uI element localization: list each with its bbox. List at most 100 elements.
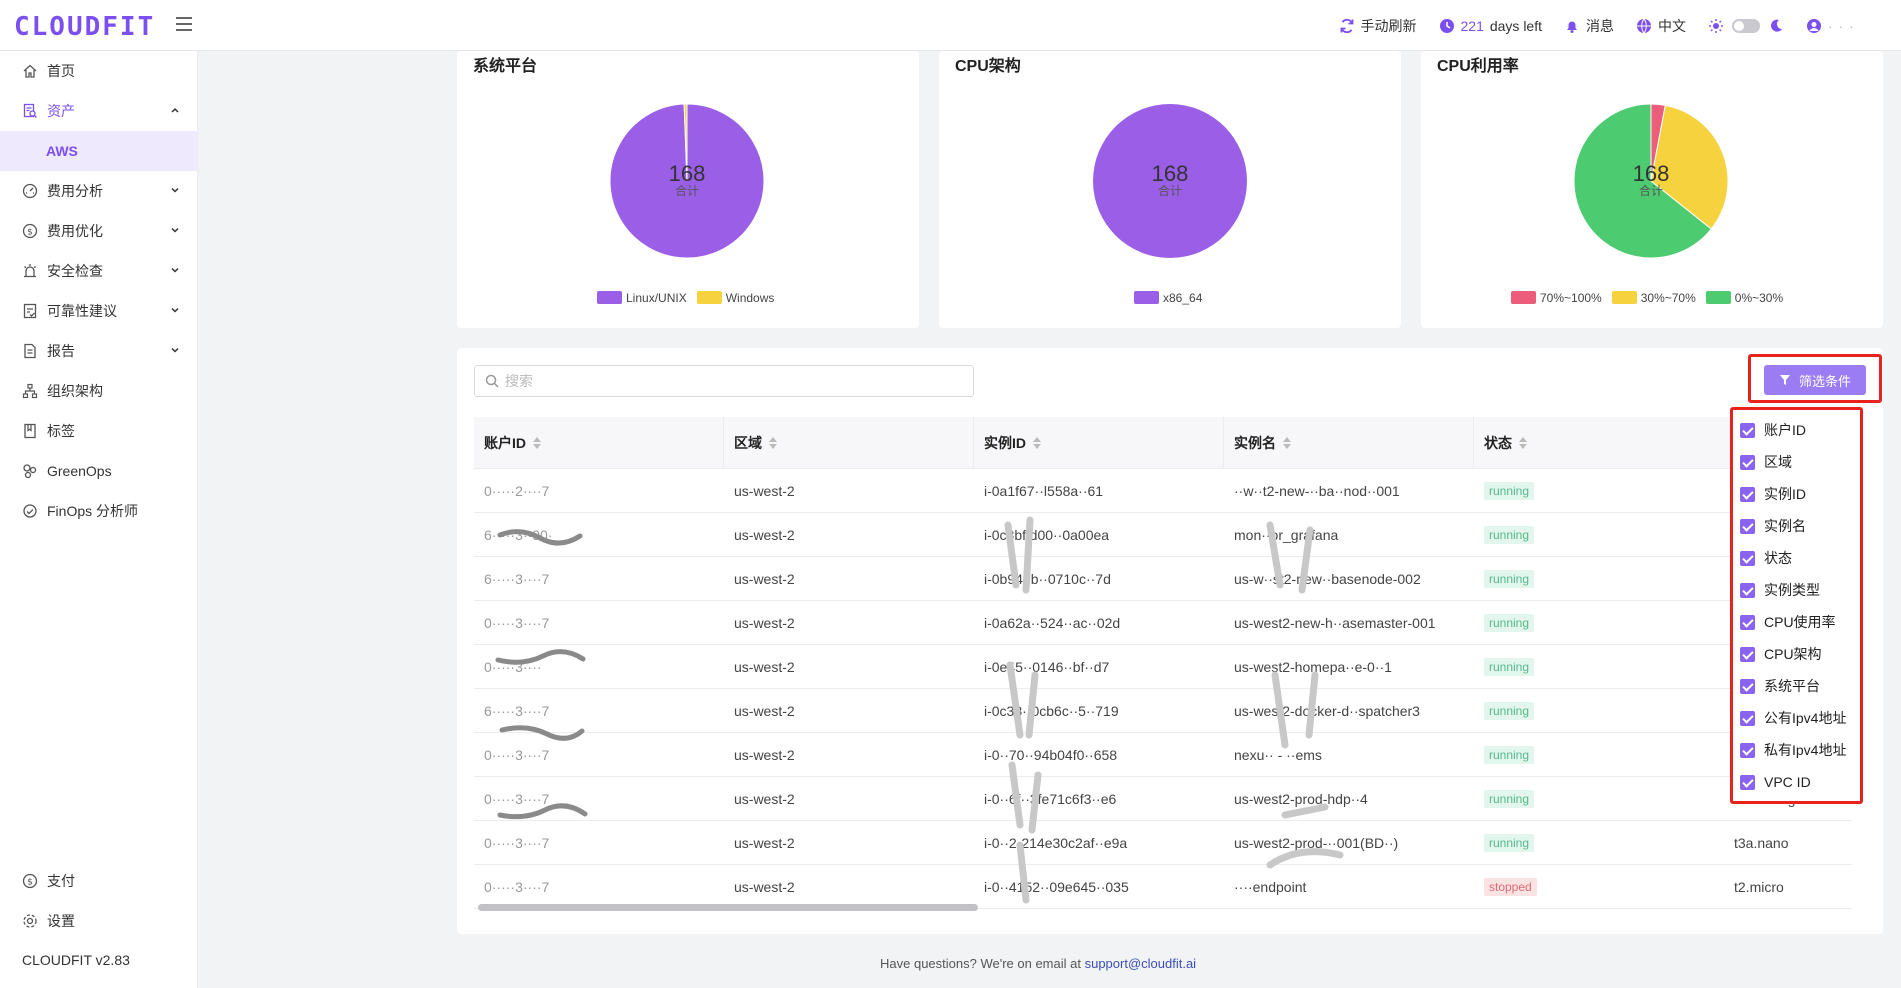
- legend-item[interactable]: Linux/UNIX: [597, 291, 687, 305]
- table-row[interactable]: 0·····3····7 us-west-2 i-0··6f··3fe71c6f3·…: [474, 777, 1852, 821]
- cell-region: us-west-2: [724, 557, 974, 601]
- legend-item[interactable]: 70%~100%: [1511, 291, 1602, 305]
- pie-legend: Linux/UNIX Windows: [597, 291, 774, 305]
- sidebar: 首页 资产 AWS 费用分析 $ 费用优化 安全检查 可靠性建议 报告 组织架构…: [0, 51, 198, 988]
- search-icon: [485, 374, 499, 388]
- globe-icon: [1637, 18, 1651, 33]
- pie-total-label: 合计: [1157, 184, 1182, 198]
- cell-status: running: [1474, 601, 1724, 645]
- cell-instance-type: t3a.nano: [1724, 821, 1852, 865]
- leaf-icon: [22, 463, 38, 479]
- user-menu[interactable]: · · ·: [1806, 18, 1901, 34]
- table-row[interactable]: 0·····3····7 us-west-2 i-0··4152··09e645··…: [474, 865, 1852, 909]
- legend-item[interactable]: 30%~70%: [1611, 291, 1696, 305]
- sidebar-item-label: 费用优化: [47, 223, 103, 239]
- sidebar-item-cost-optimization[interactable]: $ 费用优化: [0, 211, 198, 251]
- cell-account-id-text: 0·····3····7: [484, 835, 550, 851]
- sidebar-item-cost-analysis[interactable]: 费用分析: [0, 171, 198, 211]
- sort-icon[interactable]: [1283, 437, 1291, 449]
- search-input[interactable]: 搜索: [474, 365, 974, 397]
- gauge-icon: [22, 183, 38, 199]
- table-row[interactable]: 6·····3····7 us-west-2 i-0b940b··0710c··7d…: [474, 557, 1852, 601]
- chevron-up-icon: [171, 107, 179, 113]
- sidebar-item-greenops[interactable]: GreenOps: [0, 451, 198, 491]
- messages-button[interactable]: 消息: [1564, 16, 1614, 36]
- cell-region: us-west-2: [724, 601, 974, 645]
- menu-toggle-icon[interactable]: [176, 17, 192, 31]
- sidebar-item-settings[interactable]: 设置: [0, 901, 198, 941]
- sidebar-item-reports[interactable]: 报告: [0, 331, 198, 371]
- column-header-account-id[interactable]: 账户ID: [474, 417, 724, 469]
- sidebar-item-organization[interactable]: 组织架构: [0, 371, 198, 411]
- column-header-instance-name[interactable]: 实例名: [1224, 417, 1474, 469]
- clock-icon: [1439, 18, 1454, 33]
- cell-instance-name: us-west2-homepa··e-0··1: [1224, 645, 1474, 689]
- sort-icon[interactable]: [1519, 437, 1527, 449]
- column-header-label: 实例ID: [984, 435, 1026, 451]
- sidebar-item-assets[interactable]: 资产: [0, 91, 198, 131]
- column-header-status[interactable]: 状态: [1474, 417, 1724, 469]
- language-switch[interactable]: 中文: [1636, 16, 1686, 36]
- column-header-region[interactable]: 区域: [724, 417, 974, 469]
- sidebar-item-finops-analyst[interactable]: FinOps 分析师: [0, 491, 198, 531]
- sidebar-item-home[interactable]: 首页: [0, 51, 198, 91]
- legend-item[interactable]: x86_64: [1134, 291, 1202, 305]
- cell-account-id: 0·····2····7: [474, 469, 724, 513]
- table-row[interactable]: 0·····2····7 us-west-2 i-0a1f67··l558a··61…: [474, 469, 1852, 513]
- sidebar-item-reliability[interactable]: 可靠性建议: [0, 291, 198, 331]
- dollar-icon: $: [22, 873, 38, 889]
- cell-account-id-text: 0·····3····: [484, 659, 542, 675]
- cell-region-text: us-west-2: [734, 571, 795, 587]
- sun-icon: [1709, 18, 1723, 33]
- table-row[interactable]: 0·····3····7 us-west-2 i-0a62a··524··ac··0…: [474, 601, 1852, 645]
- sidebar-subitem-aws[interactable]: AWS: [0, 131, 198, 171]
- cell-account-id: 0·····3····: [474, 645, 724, 689]
- cell-region: us-west-2: [724, 777, 974, 821]
- cell-account-id-text: 6·····3··90·: [484, 527, 553, 543]
- cell-status: running: [1474, 777, 1724, 821]
- sidebar-item-payment[interactable]: $ 支付: [0, 861, 198, 901]
- table-row[interactable]: 6·····3··90· us-west-2 i-0c3bffd00··0a00ea…: [474, 513, 1852, 557]
- theme-toggle[interactable]: [1708, 18, 1784, 34]
- asset-icon: [22, 103, 38, 119]
- table-row[interactable]: 0·····3····7 us-west-2 i-0··2·214e30c2af··…: [474, 821, 1852, 865]
- days-left: 221 days left: [1439, 17, 1542, 34]
- report-icon: [22, 343, 38, 359]
- home-icon: [22, 63, 38, 79]
- chevron-down-icon: [171, 347, 179, 353]
- moon-icon: [1771, 19, 1782, 32]
- support-email-link[interactable]: support@cloudfit.ai: [1085, 956, 1196, 971]
- table-row[interactable]: 0·····3···· us-west-2 i-0e45··0146··bf··d7…: [474, 645, 1852, 689]
- column-picker-highlight-box: [1730, 407, 1863, 804]
- cell-account-id-text: 6·····3····7: [484, 703, 550, 719]
- table-row[interactable]: 0·····3····7 us-west-2 i-0··70··94b04f0··6…: [474, 733, 1852, 777]
- sort-icon[interactable]: [769, 437, 777, 449]
- pie-total: 168 合计: [1130, 163, 1210, 198]
- tag-icon: [22, 423, 38, 439]
- cell-instance-type-text: t2.micro: [1734, 879, 1784, 895]
- user-name: · · ·: [1828, 17, 1855, 34]
- theme-toggle-switch[interactable]: [1732, 18, 1760, 33]
- cell-instance-id: i-0··70··94b04f0··658: [974, 733, 1224, 777]
- cell-instance-name-text: mon··or_grafana: [1234, 527, 1339, 543]
- cell-region-text: us-west-2: [734, 879, 795, 895]
- manual-refresh-button[interactable]: 手动刷新: [1339, 16, 1417, 36]
- legend-label: 30%~70%: [1640, 291, 1696, 305]
- legend-item[interactable]: Windows: [696, 291, 774, 305]
- status-badge: running: [1484, 702, 1535, 720]
- cell-instance-name-text: us-w··st2-new··basenode-002: [1234, 571, 1421, 587]
- app-logo[interactable]: CLOUDFIT: [14, 12, 155, 42]
- sort-icon[interactable]: [1033, 437, 1041, 449]
- filter-highlight-box: [1748, 354, 1882, 403]
- alarm-icon: [22, 263, 38, 279]
- column-header-instance-id[interactable]: 实例ID: [974, 417, 1224, 469]
- days-suffix: days left: [1489, 17, 1542, 34]
- status-badge: running: [1484, 526, 1535, 544]
- table-row[interactable]: 6·····3····7 us-west-2 i-0c38··0cb6c··5··7…: [474, 689, 1852, 733]
- sidebar-item-security-check[interactable]: 安全检查: [0, 251, 198, 291]
- table-horizontal-scrollbar[interactable]: [478, 904, 978, 911]
- sidebar-item-tags[interactable]: 标签: [0, 411, 198, 451]
- sort-icon[interactable]: [533, 437, 541, 449]
- cell-instance-name: ··w··t2-new-··ba··nod··001: [1224, 469, 1474, 513]
- legend-item[interactable]: 0%~30%: [1705, 291, 1783, 305]
